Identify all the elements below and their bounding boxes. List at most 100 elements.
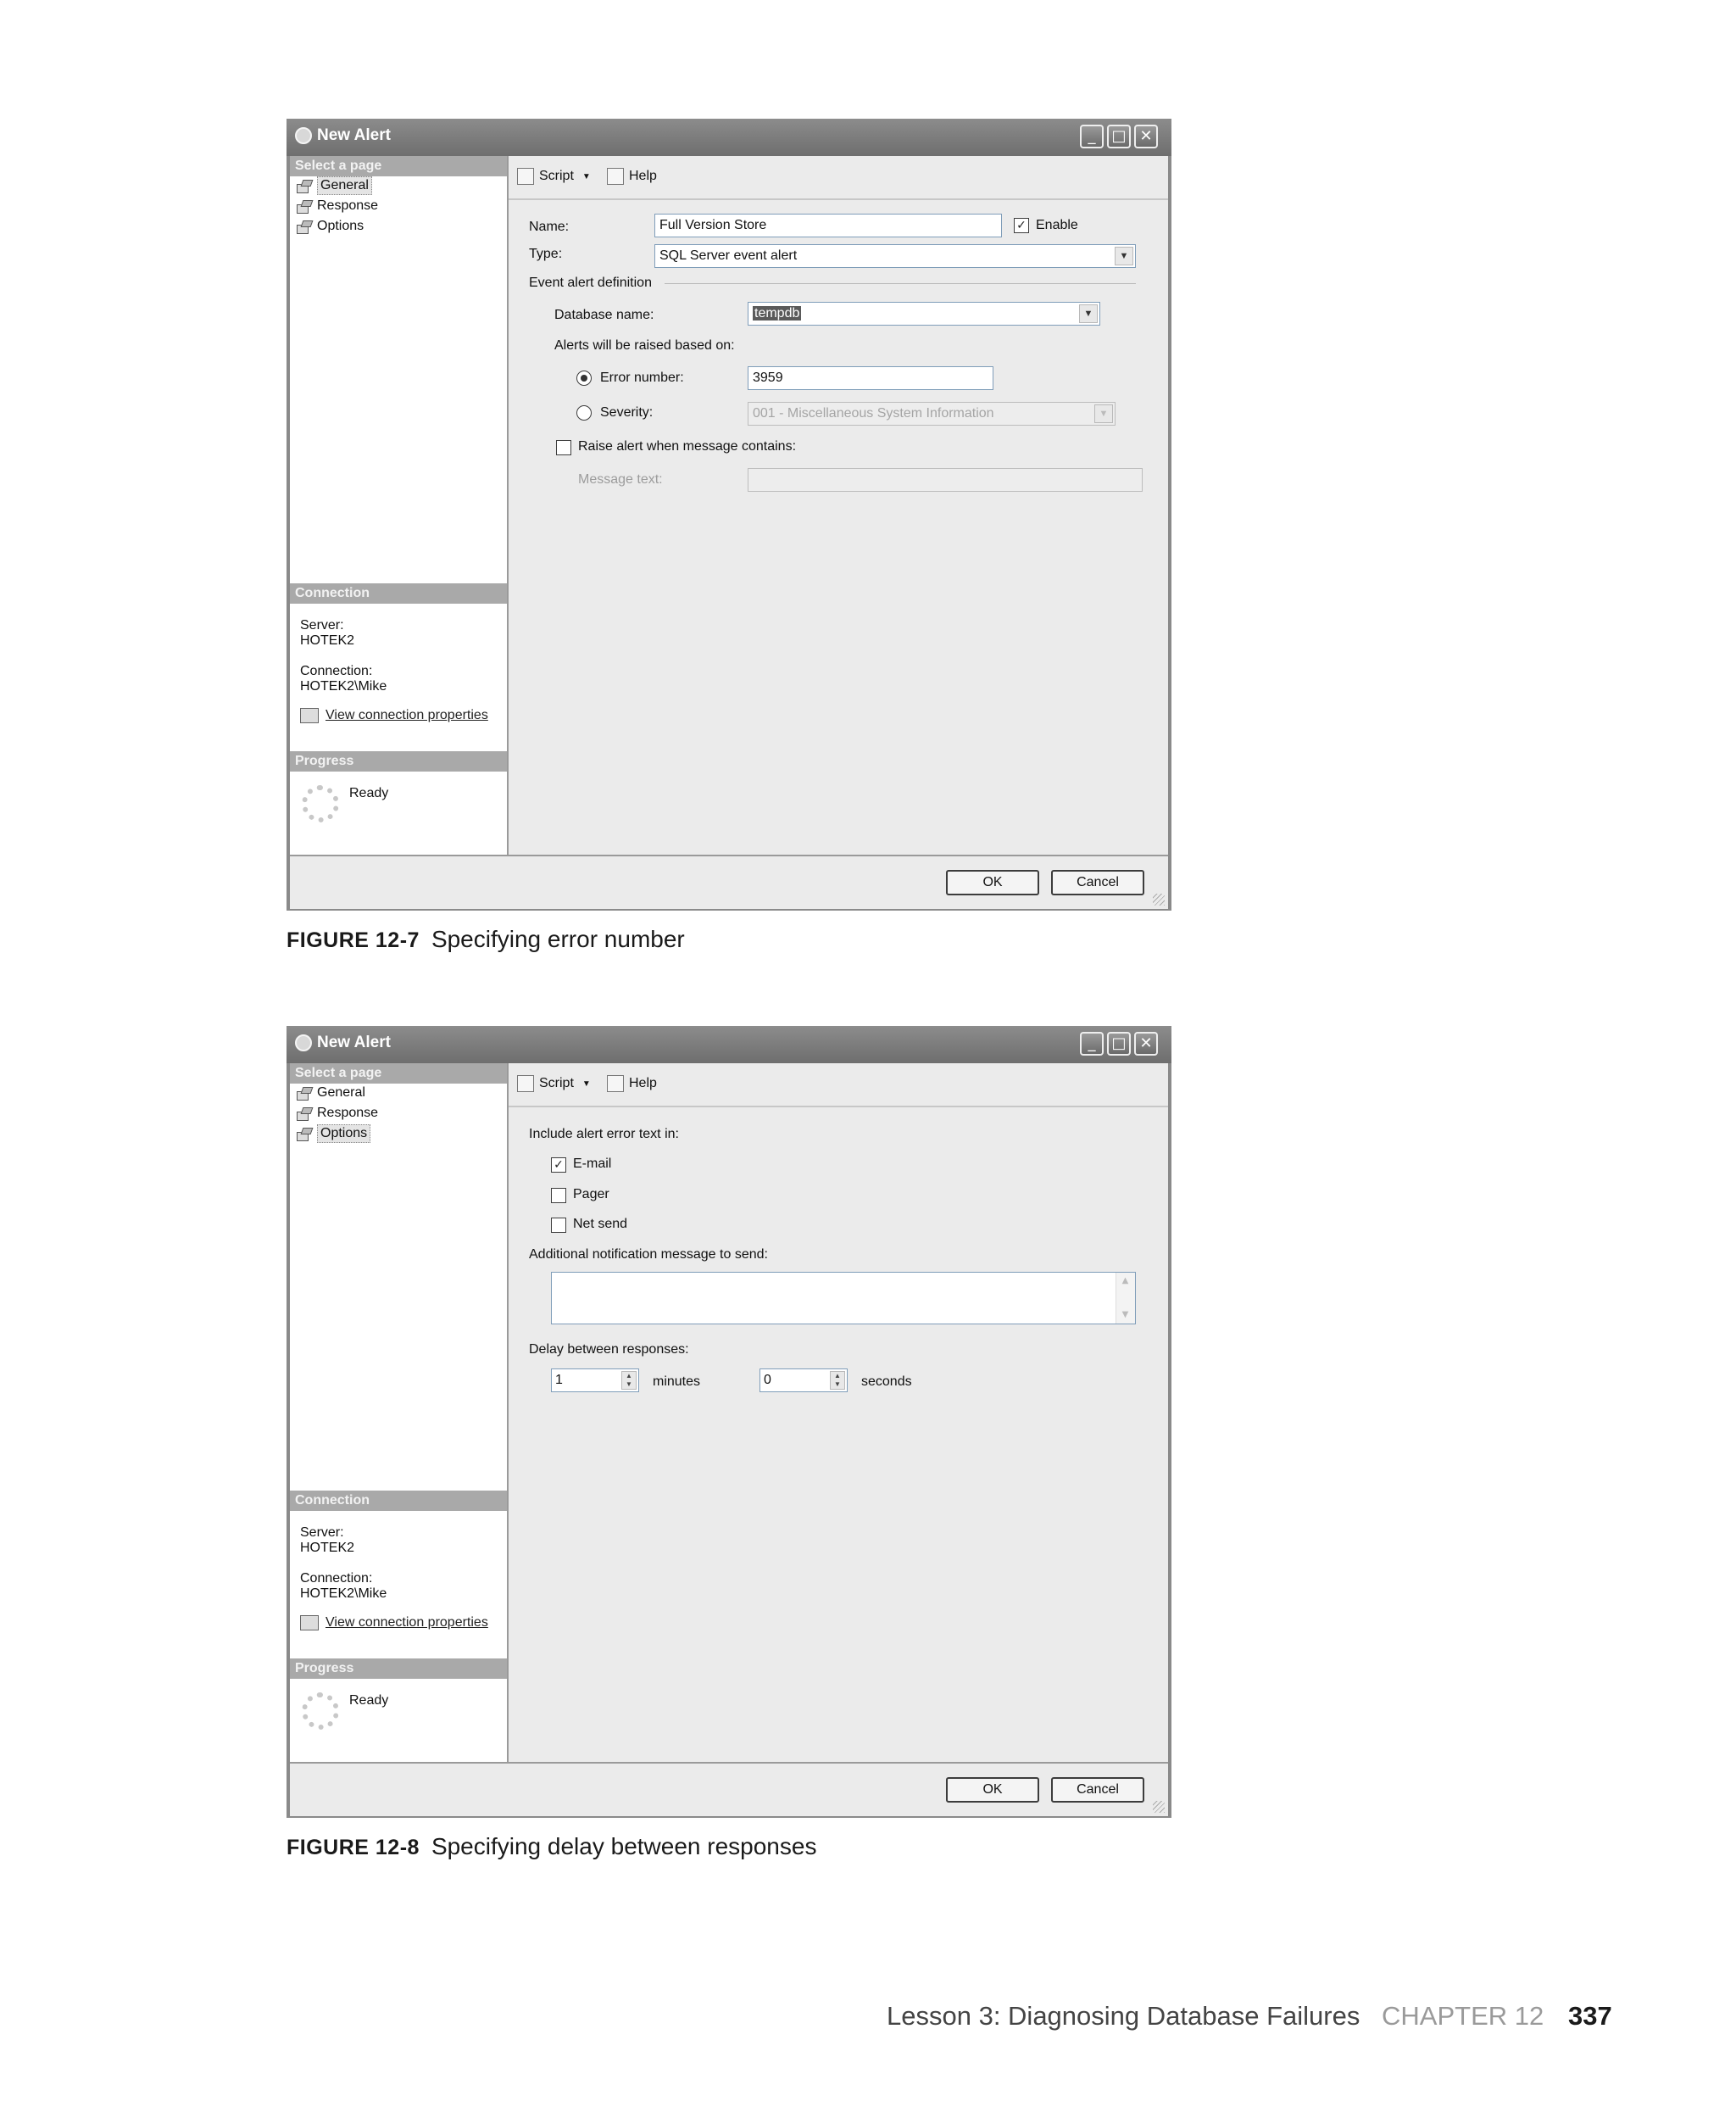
connection-value: HOTEK2\Mike	[300, 1586, 387, 1601]
view-connection-link[interactable]: View connection properties	[326, 708, 488, 722]
progress-header: Progress	[290, 1658, 507, 1679]
left-pane: Select a page General Response Options C…	[290, 1063, 509, 1762]
scroll-down-icon[interactable]: ▼	[1116, 1307, 1134, 1324]
additional-message-label: Additional notification message to send:	[529, 1247, 768, 1262]
name-input[interactable]: Full Version Store	[654, 214, 1002, 237]
enable-checkbox[interactable]: ✓	[1014, 218, 1029, 233]
script-icon	[517, 168, 534, 185]
dialog-body: Select a page General Response Options C…	[290, 1063, 1168, 1816]
script-icon	[517, 1075, 534, 1092]
minutes-stepper[interactable]: 1 ▲ ▼	[551, 1368, 639, 1392]
severity-value: 001 - Miscellaneous System Information	[753, 406, 994, 421]
connection-value: HOTEK2\Mike	[300, 679, 387, 694]
page-general-label: General	[317, 1085, 365, 1100]
raised-based-on-label: Alerts will be raised based on:	[554, 338, 735, 353]
email-checkbox[interactable]: ✓	[551, 1157, 566, 1173]
cancel-button[interactable]: Cancel	[1051, 1777, 1144, 1803]
script-button[interactable]: Script ▼	[517, 1075, 591, 1092]
page-response[interactable]: Response	[295, 1104, 378, 1123]
resize-grip-icon[interactable]	[1153, 894, 1165, 906]
chevron-down-icon[interactable]: ▼	[1115, 247, 1133, 265]
page-options[interactable]: Options	[295, 217, 364, 236]
severity-radio[interactable]	[576, 405, 592, 421]
stepper-arrows-icon[interactable]: ▲ ▼	[830, 1371, 845, 1390]
raise-alert-label: Raise alert when message contains:	[578, 439, 797, 454]
help-label: Help	[629, 1076, 657, 1090]
footer-lesson-title: Lesson 3: Diagnosing Database Failures	[887, 2001, 1360, 2031]
title-bar[interactable]: New Alert _ □ ✕	[287, 1026, 1171, 1063]
net-send-label: Net send	[573, 1217, 628, 1231]
page-options[interactable]: Options	[295, 1124, 371, 1143]
chevron-down-icon[interactable]: ▼	[1079, 304, 1098, 323]
progress-status: Ready	[349, 786, 389, 800]
title-bar[interactable]: New Alert _ □ ✕	[287, 119, 1171, 156]
minutes-value: 1	[555, 1373, 563, 1387]
minimize-button[interactable]: _	[1080, 1032, 1104, 1056]
ok-button[interactable]: OK	[946, 1777, 1039, 1803]
page-icon	[295, 1086, 312, 1101]
message-text-label: Message text:	[578, 472, 663, 487]
stepper-arrows-icon[interactable]: ▲ ▼	[621, 1371, 637, 1390]
page-response-label: Response	[317, 1106, 379, 1120]
group-divider	[665, 283, 1136, 284]
additional-message-textarea[interactable]: ▲ ▼	[551, 1272, 1136, 1324]
page-general[interactable]: General	[295, 1084, 365, 1102]
error-number-input[interactable]: 3959	[748, 366, 993, 390]
new-alert-window-general: New Alert _ □ ✕ Select a page General Re…	[287, 119, 1171, 911]
maximize-button[interactable]: □	[1107, 125, 1131, 148]
seconds-label: seconds	[861, 1374, 912, 1389]
view-connection-properties[interactable]: View connection properties	[300, 707, 488, 724]
type-select[interactable]: SQL Server event alert ▼	[654, 244, 1136, 268]
cancel-button[interactable]: Cancel	[1051, 870, 1144, 895]
progress-spinner-icon	[302, 785, 339, 822]
server-value: HOTEK2	[300, 633, 355, 648]
ok-button[interactable]: OK	[946, 870, 1039, 895]
page-options-label: Options	[317, 1124, 371, 1143]
script-label: Script	[539, 169, 574, 183]
server-label: Server:	[300, 1525, 344, 1540]
error-number-radio[interactable]	[576, 371, 592, 386]
connection-properties-icon	[300, 707, 319, 723]
progress-status: Ready	[349, 1693, 389, 1708]
connection-header: Connection	[290, 583, 507, 604]
severity-select[interactable]: 001 - Miscellaneous System Information ▼	[748, 402, 1116, 426]
general-page-content: Name: Full Version Store ✓ Enable Type: …	[509, 200, 1168, 855]
enable-label: Enable	[1036, 218, 1078, 232]
net-send-checkbox[interactable]	[551, 1218, 566, 1233]
pager-checkbox[interactable]	[551, 1188, 566, 1203]
app-icon	[295, 127, 312, 144]
page-general[interactable]: General	[295, 176, 372, 195]
dropdown-arrow-icon[interactable]: ▼	[582, 172, 591, 181]
figure-caption-1: FIGURE 12-7 Specifying error number	[287, 926, 685, 953]
dropdown-arrow-icon[interactable]: ▼	[582, 1079, 591, 1089]
page-icon	[295, 1127, 312, 1141]
database-name-label: Database name:	[554, 308, 654, 322]
script-label: Script	[539, 1076, 574, 1090]
toolbar: Script ▼ Help	[509, 1063, 1168, 1107]
minutes-label: minutes	[653, 1374, 701, 1389]
resize-grip-icon[interactable]	[1153, 1801, 1165, 1813]
help-button[interactable]: Help	[607, 1075, 657, 1092]
scroll-up-icon[interactable]: ▲	[1116, 1273, 1134, 1290]
severity-label: Severity:	[600, 405, 654, 420]
maximize-button[interactable]: □	[1107, 1032, 1131, 1056]
minimize-button[interactable]: _	[1080, 125, 1104, 148]
toolbar: Script ▼ Help	[509, 156, 1168, 200]
seconds-stepper[interactable]: 0 ▲ ▼	[760, 1368, 848, 1392]
page-response[interactable]: Response	[295, 197, 378, 215]
script-button[interactable]: Script ▼	[517, 168, 591, 185]
raise-alert-checkbox[interactable]	[556, 440, 571, 455]
figure-number: FIGURE 12-8	[287, 1836, 420, 1859]
view-connection-link[interactable]: View connection properties	[326, 1615, 488, 1630]
figure-caption-2: FIGURE 12-8 Specifying delay between resp…	[287, 1833, 816, 1860]
view-connection-properties[interactable]: View connection properties	[300, 1614, 488, 1631]
message-text-input[interactable]	[748, 468, 1143, 492]
dialog-body: Select a page General Response Options C…	[290, 156, 1168, 909]
close-button[interactable]: ✕	[1134, 125, 1158, 148]
help-icon	[607, 168, 624, 185]
textarea-scrollbar[interactable]: ▲ ▼	[1116, 1273, 1135, 1324]
help-button[interactable]: Help	[607, 168, 657, 185]
chevron-down-icon[interactable]: ▼	[1094, 404, 1113, 423]
close-button[interactable]: ✕	[1134, 1032, 1158, 1056]
database-name-select[interactable]: tempdb ▼	[748, 302, 1100, 326]
